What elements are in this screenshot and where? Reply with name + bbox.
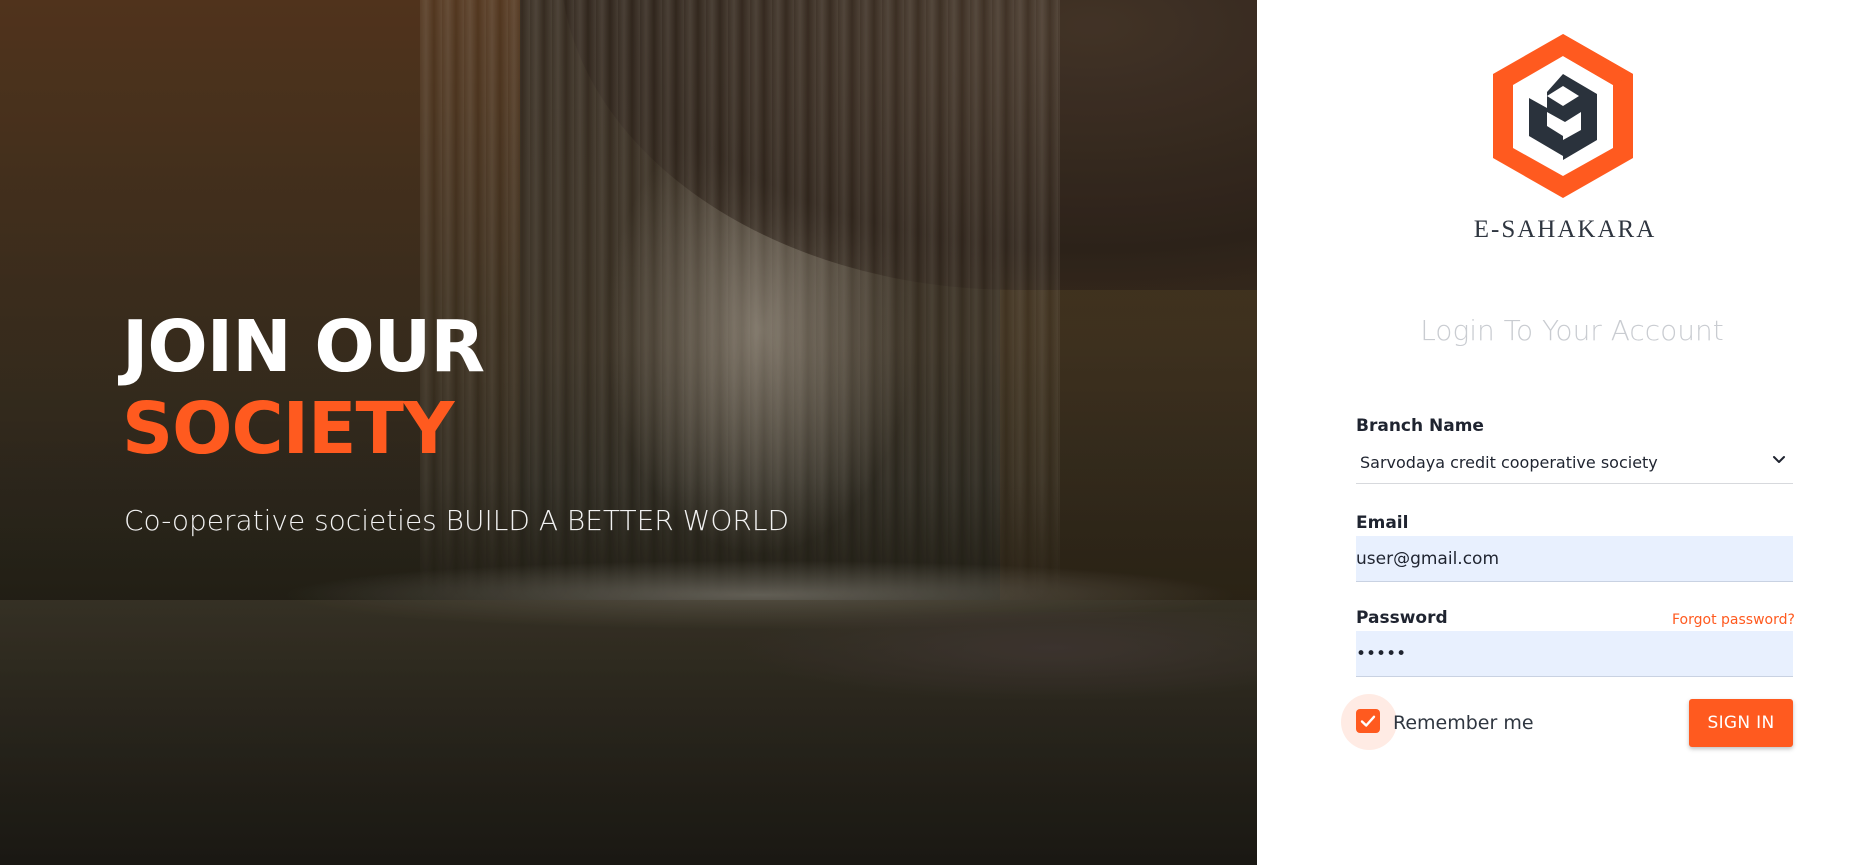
branch-label: Branch Name <box>1356 416 1484 436</box>
email-field-value: user@gmail.com <box>1356 549 1500 569</box>
password-field-value: ••••• <box>1356 644 1407 664</box>
headline-line-2: SOCIETY <box>122 387 454 470</box>
password-label: Password <box>1356 608 1448 628</box>
branch-select-value: Sarvodaya credit cooperative society <box>1360 453 1658 472</box>
hero-tagline: Co-operative societies BUILD A BETTER WO… <box>124 504 789 537</box>
hero-headline: JOIN OUR SOCIETY <box>122 305 485 470</box>
remember-checkbox[interactable] <box>1356 709 1380 733</box>
brand-name: E-SAHAKARA <box>1473 216 1657 243</box>
brand-logo-icon <box>1493 34 1633 198</box>
email-field[interactable]: user@gmail.com <box>1356 536 1793 582</box>
email-label: Email <box>1356 513 1409 533</box>
chevron-down-icon <box>1773 456 1785 463</box>
login-title: Login To Your Account <box>1420 314 1724 347</box>
branch-select[interactable]: Sarvodaya credit cooperative society <box>1356 444 1793 484</box>
password-field[interactable]: ••••• <box>1356 631 1793 677</box>
checkmark-icon <box>1360 715 1376 727</box>
headline-line-1: JOIN OUR <box>122 305 485 388</box>
remember-me-label[interactable]: Remember me <box>1393 712 1534 734</box>
forgot-password-link[interactable]: Forgot password? <box>1672 612 1795 628</box>
sign-in-button[interactable]: SIGN IN <box>1689 699 1793 747</box>
